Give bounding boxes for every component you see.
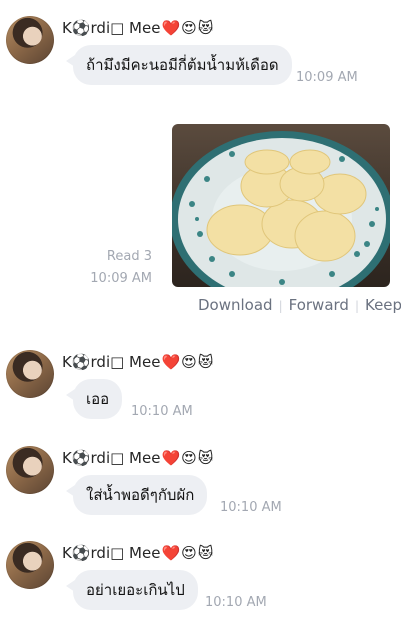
avatar[interactable] [6,541,54,589]
image-time: 10:09 AM [90,271,152,286]
heart-eyes-icon: 😍 [181,353,197,371]
message-time: 10:10 AM [205,595,267,610]
heart-icon: ❤️ [161,449,181,467]
download-button[interactable]: Download [198,296,273,314]
image-actions: Download | Forward | Keep [198,296,401,314]
heart-eyes-cat-icon: 😻 [197,449,214,467]
heart-icon: ❤️ [161,353,181,371]
message-time: 10:09 AM [296,70,358,85]
sender-name: K⚽rdi□ Mee❤️😍😻 [62,448,213,468]
keep-button[interactable]: Keep [365,296,401,314]
heart-eyes-icon: 😍 [181,544,197,562]
photo-icon [172,131,390,287]
message-bubble[interactable]: ใส่น้ำพอดีๆกับผัก [65,475,208,515]
message-bubble[interactable]: ถ้ามึงมีคะนอมีกี่ต้มน้ำมห้เดือด [66,45,292,85]
sender-name: K⚽rdi□ Mee❤️😍😻 [62,543,213,563]
heart-icon: ❤️ [161,19,181,37]
heart-eyes-cat-icon: 😻 [197,19,214,37]
heart-icon: ❤️ [161,544,181,562]
message-bubble[interactable]: อย่าเยอะเกินไป [66,570,198,610]
heart-eyes-icon: 😍 [181,449,197,467]
heart-eyes-cat-icon: 😻 [197,353,214,371]
divider: | [278,299,283,313]
shared-photo[interactable] [172,124,390,287]
divider: | [354,299,359,313]
avatar[interactable] [6,350,54,398]
heart-eyes-icon: 😍 [181,19,197,37]
sender-name: K⚽rdi□ Mee❤️😍😻 [62,18,213,38]
forward-button[interactable]: Forward [289,296,349,314]
avatar[interactable] [6,16,54,64]
read-receipt: Read 3 [106,249,152,264]
sender-name: K⚽rdi□ Mee❤️😍😻 [62,352,213,372]
avatar[interactable] [6,446,54,494]
sender-name-text: K⚽rdi□ Mee [62,353,161,371]
sender-name-text: K⚽rdi□ Mee [62,19,161,37]
heart-eyes-cat-icon: 😻 [197,544,214,562]
message-bubble[interactable]: เออ [65,379,123,419]
sender-name-text: K⚽rdi□ Mee [62,449,161,467]
message-time: 10:10 AM [220,500,282,515]
sender-name-text: K⚽rdi□ Mee [62,544,161,562]
message-time: 10:10 AM [131,404,193,419]
